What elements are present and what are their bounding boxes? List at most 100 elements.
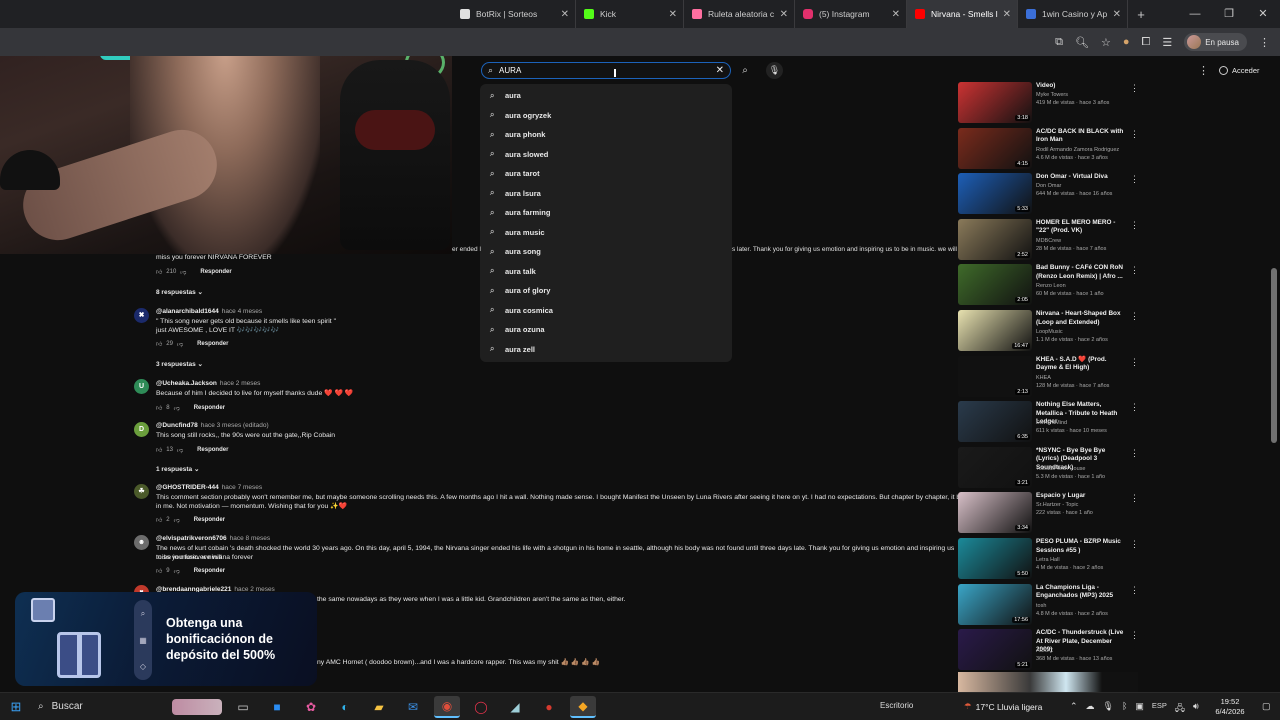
tab-kick[interactable]: Kick ✕: [576, 0, 684, 28]
comment-author[interactable]: @Duncfind78 hace 3 meses (editado): [156, 422, 269, 429]
more-options-icon[interactable]: ⋮: [1130, 220, 1139, 231]
video-thumbnail[interactable]: 5:21: [958, 629, 1032, 671]
related-video-card[interactable]: 16:47 Nirvana - Heart-Shaped Box (Loop an…: [958, 310, 1148, 354]
more-options-icon[interactable]: ⋮: [1130, 174, 1139, 185]
video-channel[interactable]: Myke Towers: [1036, 92, 1068, 98]
like-icon[interactable]: 👍︎: [156, 340, 162, 348]
slot-icon[interactable]: ▦: [139, 636, 147, 645]
more-options-icon[interactable]: ⋮: [1130, 83, 1139, 94]
close-icon[interactable]: ✕: [561, 9, 569, 20]
suggestion-item[interactable]: ⌕ aura song: [480, 242, 732, 262]
onedrive-icon[interactable]: ☁: [1086, 701, 1095, 717]
clear-icon[interactable]: ✕: [716, 65, 724, 76]
reply-button[interactable]: Responder: [194, 517, 225, 523]
scrollbar[interactable]: [1271, 268, 1277, 443]
more-options-icon[interactable]: ⋮: [1130, 357, 1139, 368]
dislike-icon[interactable]: 👎︎: [180, 268, 186, 276]
suggestion-item[interactable]: ⌕ aura talk: [480, 262, 732, 282]
related-video-card[interactable]: 2:05 Bad Bunny - CAFé CON RoN (Renzo Leon…: [958, 264, 1148, 308]
dislike-icon[interactable]: 👎︎: [177, 340, 183, 348]
chevron-up-icon[interactable]: ⌃: [1070, 701, 1078, 717]
reply-button[interactable]: Responder: [200, 269, 231, 275]
video-thumbnail[interactable]: 16:47: [958, 310, 1032, 351]
tab-youtube[interactable]: Nirvana - Smells l ✕: [907, 0, 1018, 28]
video-title[interactable]: PESO PLUMA - BZRP Music Sessions #55 ): [1036, 538, 1126, 555]
more-options-icon[interactable]: ⋮: [1130, 402, 1139, 413]
related-video-card[interactable]: 5:50 PESO PLUMA - BZRP Music Sessions #55…: [958, 538, 1148, 582]
reply-button[interactable]: Responder: [197, 341, 228, 347]
like-icon[interactable]: 👍︎: [156, 446, 162, 454]
video-channel[interactable]: 7clouds Tech House: [1036, 466, 1085, 472]
video-thumbnail[interactable]: 3:18: [958, 82, 1032, 123]
video-channel[interactable]: AC/DC: [1036, 648, 1053, 654]
signin-button[interactable]: Acceder: [1213, 63, 1266, 78]
like-icon[interactable]: 👍︎: [156, 268, 162, 276]
more-options-icon[interactable]: ⋮: [1130, 493, 1139, 504]
suggestion-item[interactable]: ⌕ aura slowed: [480, 145, 732, 165]
replies-toggle[interactable]: 1 respuesta ⌄: [156, 465, 199, 473]
volume-icon[interactable]: 🔊︎: [1193, 701, 1199, 717]
video-thumbnail[interactable]: 5:50: [958, 538, 1032, 579]
close-icon[interactable]: ✕: [669, 9, 677, 20]
video-title[interactable]: HOMER EL MERO MERO - "22" (Prod. VK): [1036, 219, 1126, 236]
display-icon[interactable]: ▣: [1135, 701, 1144, 717]
avatar[interactable]: D: [134, 422, 149, 437]
notification-icon[interactable]: ▢: [1262, 701, 1271, 712]
suggestion-item[interactable]: ⌕ aura phonk: [480, 125, 732, 145]
opera-icon[interactable]: ◯: [468, 696, 494, 718]
video-channel[interactable]: MDBCrew: [1036, 238, 1061, 244]
suggestion-item[interactable]: ⌕ aura ogryzek: [480, 106, 732, 126]
reply-button[interactable]: Responder: [197, 447, 228, 453]
close-icon[interactable]: ✕: [1113, 9, 1121, 20]
settings-menu-icon[interactable]: ⋮: [1198, 64, 1209, 77]
desktop-label[interactable]: Escritorio: [880, 701, 913, 710]
maximize-icon[interactable]: ❐: [1212, 0, 1246, 28]
zoom-icon[interactable]: 🔍︎: [1075, 36, 1089, 49]
new-tab-button[interactable]: +: [1128, 7, 1154, 22]
video-channel[interactable]: Sr.Hartzer - Topic: [1036, 502, 1078, 508]
mic-icon[interactable]: 🎙︎: [766, 62, 783, 79]
related-video-card[interactable]: 5:33 Don Omar - Virtual Diva Don Omar 644 M…: [958, 173, 1148, 217]
video-channel[interactable]: Letra Hall: [1036, 557, 1060, 563]
more-options-icon[interactable]: ⋮: [1130, 129, 1139, 140]
related-video-card[interactable]: 2:13 KHEA - S.A.D ❤️ (Prod. Dayme & El Hi…: [958, 355, 1148, 400]
more-options-icon[interactable]: ⋮: [1130, 265, 1139, 276]
close-icon[interactable]: ✕: [892, 9, 900, 20]
media-icon[interactable]: ☰: [1162, 36, 1172, 49]
tab-ruleta[interactable]: Ruleta aleatoria c ✕: [684, 0, 795, 28]
store-icon[interactable]: ■: [264, 696, 290, 718]
video-thumbnail[interactable]: 2:52: [958, 218, 1032, 260]
video-channel[interactable]: DaveYaMind: [1036, 420, 1067, 426]
tag-icon[interactable]: ◇: [140, 662, 146, 671]
video-channel[interactable]: Rodil Armando Zamora Rodriguez: [1036, 147, 1119, 153]
extension-icon[interactable]: ●: [1123, 36, 1130, 48]
dislike-icon[interactable]: 👎︎: [174, 567, 180, 575]
suggestion-item[interactable]: ⌕ aura farming: [480, 203, 732, 223]
avatar[interactable]: ☻: [134, 535, 149, 550]
casino-ad-overlay[interactable]: ⌕ ▦ ◇ Obtenga una bonificaciónon de depó…: [15, 592, 317, 686]
related-video-card[interactable]: 6:35 Nothing Else Matters, Metallica - Tr…: [958, 401, 1148, 445]
bluetooth-icon[interactable]: ᛒ: [1122, 701, 1127, 717]
suggestion-item[interactable]: ⌕ aura tarot: [480, 164, 732, 184]
suggestion-item[interactable]: ⌕ aura: [480, 86, 732, 106]
reply-button[interactable]: Responder: [194, 405, 225, 411]
replies-toggle[interactable]: 3 respuestas ⌄: [156, 360, 203, 368]
related-video-card[interactable]: 3:21 *NSYNC - Bye Bye Bye (Lyrics) (Deadp…: [958, 446, 1148, 491]
avatar[interactable]: ☘: [134, 484, 149, 499]
copilot-icon[interactable]: ✿: [298, 696, 324, 718]
video-title[interactable]: Nirvana - Heart-Shaped Box (Loop and Ext…: [1036, 310, 1126, 327]
related-video-card[interactable]: 3:18 Video) Myke Towers 419 M de vistas · h…: [958, 82, 1148, 126]
video-thumbnail[interactable]: 6:35: [958, 401, 1032, 443]
video-channel[interactable]: LoopMusic: [1036, 329, 1063, 335]
dislike-icon[interactable]: 👎︎: [177, 446, 183, 454]
clock[interactable]: 19:52 6/4/2026: [1205, 697, 1255, 717]
replies-toggle[interactable]: 8 respuestas ⌄: [156, 288, 203, 296]
browser-menu-icon[interactable]: ⋮: [1259, 36, 1270, 49]
dislike-icon[interactable]: 👎︎: [174, 516, 180, 524]
close-icon[interactable]: ✕: [780, 9, 788, 20]
video-channel[interactable]: KHEA: [1036, 375, 1051, 381]
taskbar-search[interactable]: ⌕ Buscar: [32, 693, 222, 720]
video-title[interactable]: Don Omar - Virtual Diva: [1036, 173, 1126, 182]
close-window-icon[interactable]: ✕: [1246, 0, 1280, 28]
comment-author[interactable]: @Ucheaka.Jackson hace 2 meses: [156, 380, 260, 387]
